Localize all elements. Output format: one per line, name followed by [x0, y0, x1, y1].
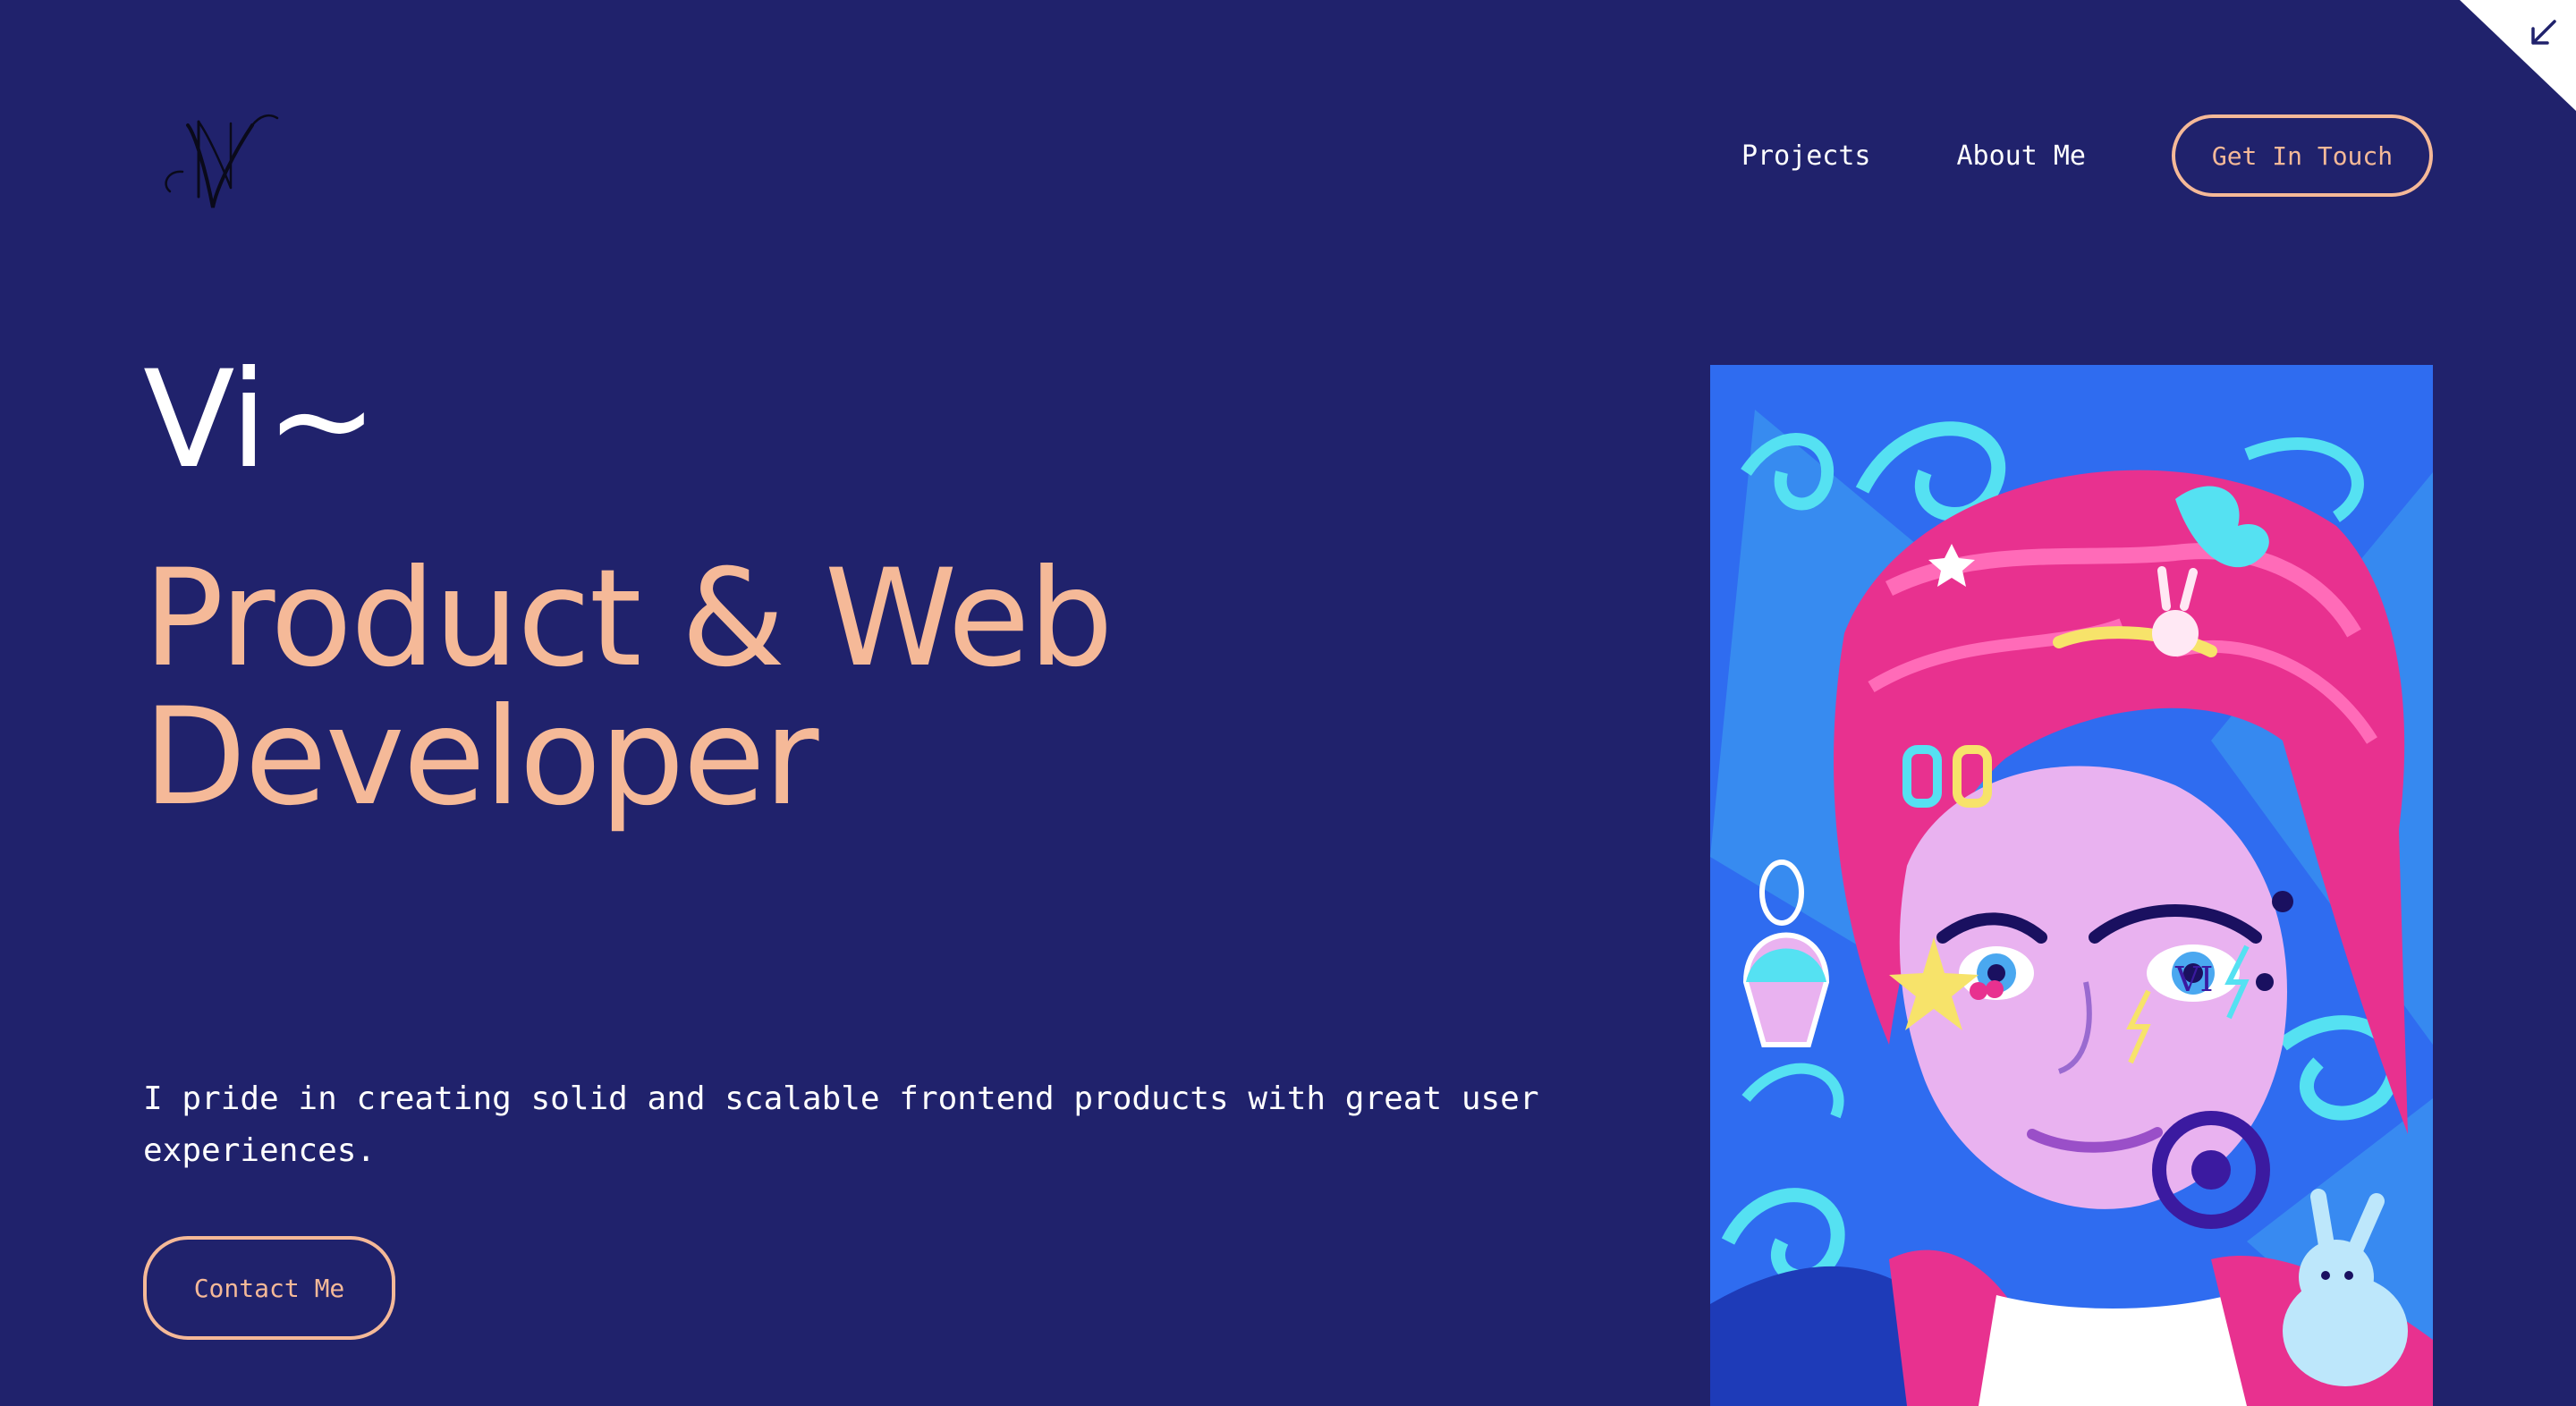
main-nav: Projects About Me Get In Touch: [1741, 114, 2433, 197]
page: Projects About Me Get In Touch Vi~ Produ…: [0, 0, 2576, 1406]
corner-fold[interactable]: [2460, 0, 2576, 111]
hero-intro: I pride in creating solid and scalable f…: [143, 1080, 1539, 1169]
get-in-touch-button[interactable]: Get In Touch: [2172, 114, 2433, 197]
face-tattoo-text: VI: [2174, 960, 2213, 999]
portrait-illustration: VI: [1710, 365, 2433, 1406]
arrow-down-left-icon: [2531, 20, 2556, 45]
headline-line-2: Developer: [143, 680, 818, 835]
nv-monogram-logo[interactable]: [152, 98, 295, 215]
hero-greeting: Vi~: [143, 343, 378, 498]
nav-link-about[interactable]: About Me: [1957, 140, 2087, 172]
nav-link-projects[interactable]: Projects: [1741, 140, 1871, 172]
headline-line-1: Product & Web: [143, 541, 1114, 697]
contact-me-button[interactable]: Contact Me: [143, 1236, 395, 1340]
hero-headline: Product & Web Developer: [143, 550, 1395, 827]
